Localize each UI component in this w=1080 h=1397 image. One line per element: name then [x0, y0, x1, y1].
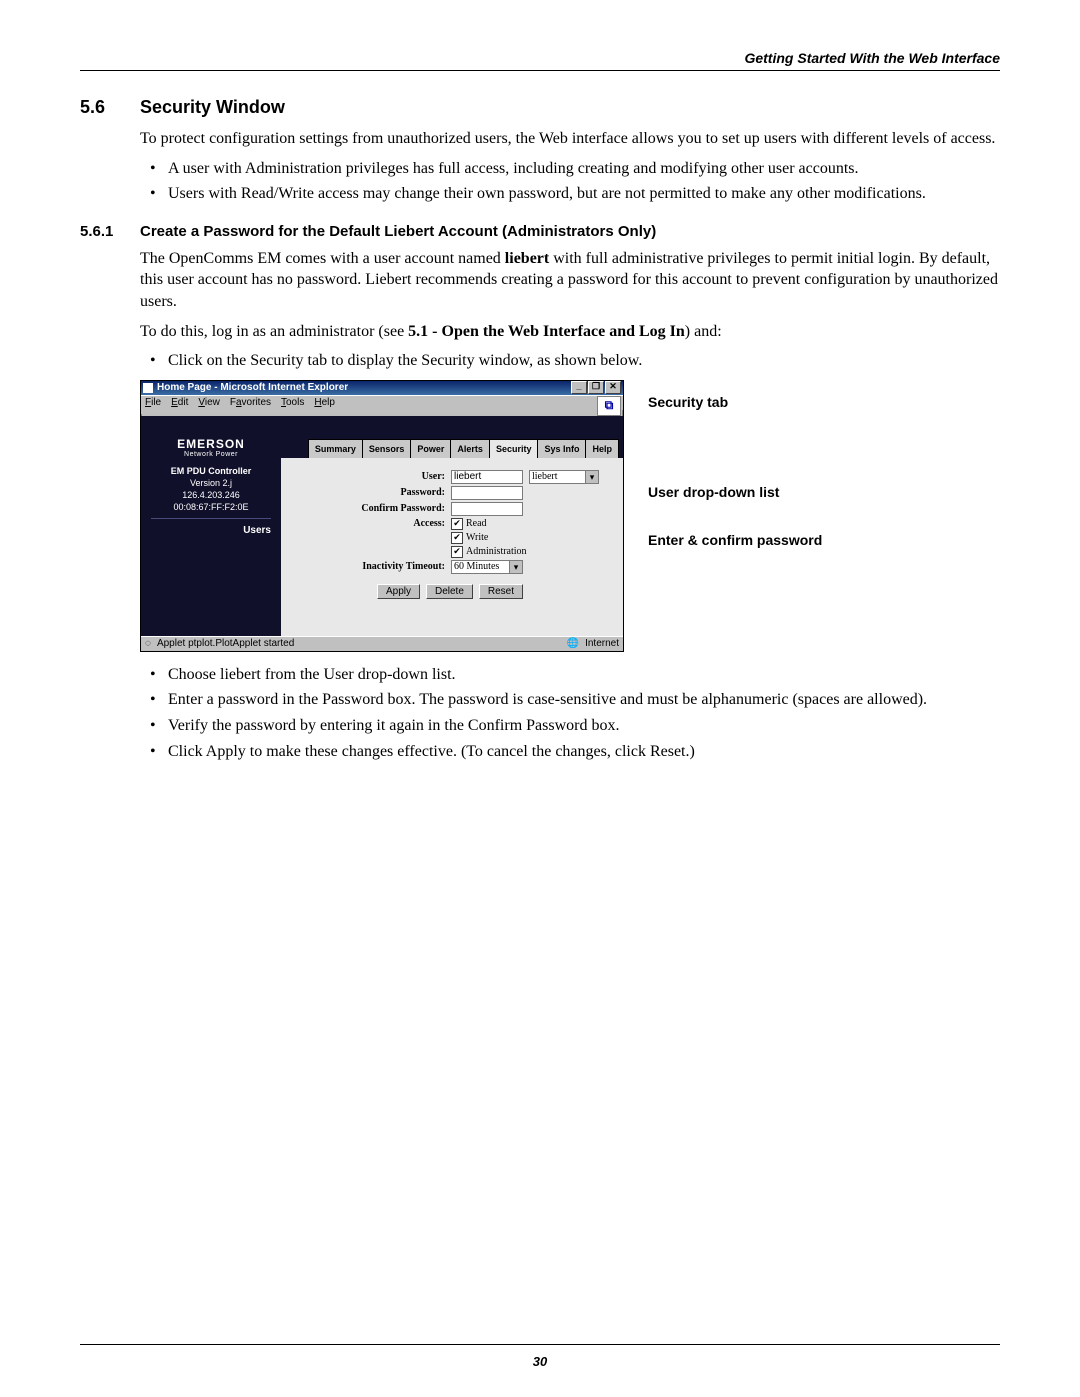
- section-heading: 5.6 Security Window: [80, 97, 1000, 118]
- figure-security-window: Home Page - Microsoft Internet Explorer …: [140, 380, 1000, 652]
- confirm-password-label: Confirm Password:: [285, 503, 451, 514]
- post-bullet-3: Verify the password by entering it again…: [168, 715, 1000, 737]
- tab-power[interactable]: Power: [410, 439, 451, 458]
- intro-bullet-list: A user with Administration privileges ha…: [140, 158, 1000, 205]
- status-right-text: Internet: [585, 638, 619, 649]
- reset-button[interactable]: Reset: [479, 584, 523, 599]
- tab-security[interactable]: Security: [489, 439, 539, 458]
- menu-help[interactable]: Help: [314, 397, 335, 408]
- menu-favorites[interactable]: Favorites: [230, 397, 271, 408]
- menu-tools[interactable]: Tools: [281, 397, 304, 408]
- pre-figure-bullet: Click on the Security tab to display the…: [168, 350, 1000, 372]
- page-number: 30: [0, 1354, 1080, 1369]
- menu-view[interactable]: View: [198, 397, 220, 408]
- subsection-title: Create a Password for the Default Lieber…: [140, 223, 656, 240]
- menu-edit[interactable]: Edit: [171, 397, 188, 408]
- access-admin-checkbox[interactable]: ✔Administration: [451, 546, 527, 558]
- pre-figure-bullet-list: Click on the Security tab to display the…: [140, 350, 1000, 372]
- sidebar-item-users[interactable]: Users: [141, 525, 281, 536]
- confirm-password-input[interactable]: [451, 502, 523, 516]
- user-dropdown[interactable]: liebert: [529, 470, 599, 484]
- annotation-user-dropdown: User drop-down list: [648, 484, 779, 500]
- section-title: Security Window: [140, 97, 285, 118]
- subsection-number: 5.6.1: [80, 223, 140, 240]
- maximize-button[interactable]: ❐: [588, 381, 604, 394]
- access-read-checkbox[interactable]: ✔Read: [451, 518, 487, 530]
- tab-summary[interactable]: Summary: [308, 439, 363, 458]
- post-bullet-2: Enter a password in the Password box. Th…: [168, 689, 1000, 711]
- running-head: Getting Started With the Web Interface: [80, 50, 1000, 71]
- footer-rule: [80, 1344, 1000, 1345]
- tab-bar: Summary Sensors Power Alerts Security Sy…: [309, 439, 623, 458]
- security-form: User: liebert Password: Confirm Password…: [281, 458, 623, 636]
- delete-button[interactable]: Delete: [426, 584, 473, 599]
- intro-paragraph: To protect configuration settings from u…: [140, 128, 1000, 150]
- timeout-label: Inactivity Timeout:: [285, 561, 451, 572]
- ie-title-text: Home Page - Microsoft Internet Explorer: [157, 382, 348, 393]
- ie-window: Home Page - Microsoft Internet Explorer …: [140, 380, 624, 652]
- ie-title-bar: Home Page - Microsoft Internet Explorer …: [141, 381, 623, 395]
- post-bullet-1: Choose liebert from the User drop-down l…: [168, 664, 1000, 686]
- status-applet-icon: ◌: [145, 638, 151, 649]
- tab-sensors[interactable]: Sensors: [362, 439, 412, 458]
- sidebar-line-mac: 00:08:67:FF:F2:0E: [141, 502, 281, 512]
- sidebar: EM PDU Controller Version 2.j 126.4.203.…: [141, 458, 281, 636]
- close-button[interactable]: ✕: [605, 381, 621, 394]
- sidebar-line-version: Version 2.j: [141, 478, 281, 488]
- brand-logo: EMERSON Network Power: [141, 437, 281, 458]
- password-input[interactable]: [451, 486, 523, 500]
- access-write-checkbox[interactable]: ✔Write: [451, 532, 488, 544]
- tab-help[interactable]: Help: [585, 439, 619, 458]
- ie-throbber-icon: ⧉: [597, 396, 621, 416]
- sub-paragraph-2: To do this, log in as an administrator (…: [140, 321, 1000, 343]
- ie-icon: [143, 383, 153, 393]
- access-label: Access:: [285, 518, 451, 529]
- ie-status-bar: ◌ Applet ptplot.PlotApplet started 🌐 Int…: [141, 636, 623, 651]
- tab-sysinfo[interactable]: Sys Info: [537, 439, 586, 458]
- section-number: 5.6: [80, 97, 140, 118]
- sidebar-line-controller: EM PDU Controller: [141, 466, 281, 476]
- minimize-button[interactable]: _: [571, 381, 587, 394]
- sidebar-line-ip: 126.4.203.246: [141, 490, 281, 500]
- post-bullet-4: Click Apply to make these changes effect…: [168, 741, 1000, 763]
- password-label: Password:: [285, 487, 451, 498]
- status-left-text: Applet ptplot.PlotApplet started: [157, 638, 294, 649]
- annotation-enter-confirm: Enter & confirm password: [648, 532, 822, 548]
- user-input[interactable]: [451, 470, 523, 484]
- intro-bullet-1: A user with Administration privileges ha…: [168, 158, 1000, 180]
- apply-button[interactable]: Apply: [377, 584, 420, 599]
- timeout-dropdown[interactable]: 60 Minutes: [451, 560, 523, 574]
- annotation-security-tab: Security tab: [648, 394, 728, 410]
- subsection-heading: 5.6.1 Create a Password for the Default …: [80, 223, 1000, 240]
- internet-zone-icon: 🌐: [567, 638, 579, 649]
- intro-bullet-2: Users with Read/Write access may change …: [168, 183, 1000, 205]
- ie-menu-bar: File Edit View Favorites Tools Help: [141, 395, 623, 410]
- user-label: User:: [285, 471, 451, 482]
- menu-file[interactable]: File: [145, 397, 161, 408]
- tab-alerts[interactable]: Alerts: [450, 439, 490, 458]
- post-figure-bullet-list: Choose liebert from the User drop-down l…: [140, 664, 1000, 762]
- sub-paragraph-1: The OpenComms EM comes with a user accou…: [140, 248, 1000, 313]
